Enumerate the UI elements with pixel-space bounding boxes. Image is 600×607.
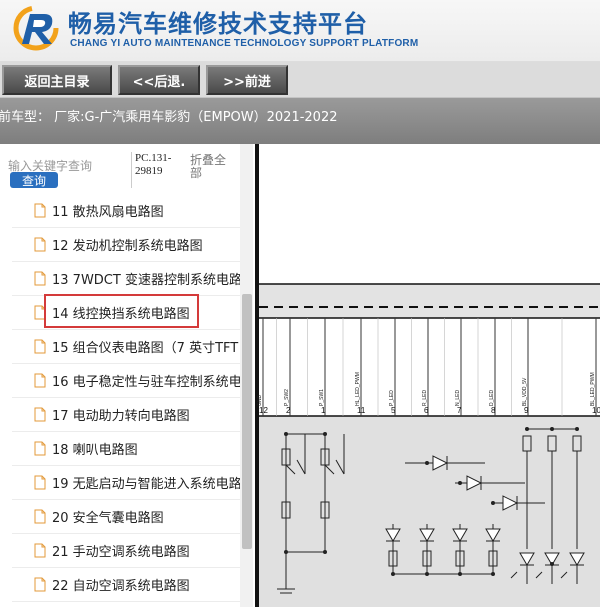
document-icon — [34, 577, 46, 592]
vehicle-bar: 前车型： 厂家:G-广汽乘用车影豹（EMPOW）2021-2022 — [0, 98, 600, 144]
document-icon — [34, 407, 46, 422]
list-item[interactable]: 15 组合仪表电路图（7 英寸TFT 屏） — [12, 330, 240, 364]
pin-number: 5 — [391, 406, 396, 415]
list-item-label: 12 发动机控制系统电路图 — [52, 239, 203, 254]
list-item[interactable]: 11 散热风扇电路图 — [12, 194, 240, 228]
list-item-label: 11 散热风扇电路图 — [52, 205, 164, 220]
list-item[interactable]: 18 喇叭电路图 — [12, 432, 240, 466]
pin-name: GND — [257, 395, 263, 407]
document-icon — [34, 475, 46, 490]
list-item-label: 19 无匙启动与智能进入系统电路图 — [52, 477, 240, 492]
pin-name: BL_VDD_5V — [522, 377, 528, 406]
app-header: 畅易汽车维修技术支持平台 CHANG YI AUTO MAINTENANCE T… — [0, 0, 600, 62]
pin-name: BL_LED_PWM — [590, 372, 596, 406]
pin-name: P_SW2 — [284, 389, 290, 406]
back-button[interactable]: <<后退. — [118, 65, 200, 95]
pin-number: 12 — [259, 406, 268, 415]
app-subtitle: CHANG YI AUTO MAINTENANCE TECHNOLOGY SUP… — [70, 38, 419, 49]
pin-name: N_LED — [455, 389, 461, 406]
left-panel: 查询 PC.131-29819 折叠全部 11 散热风扇电路图 12 发动机控制系… — [0, 144, 255, 607]
circuit-list: 11 散热风扇电路图 12 发动机控制系统电路图 13 7WDCT 变速器控制系统电… — [12, 194, 240, 607]
list-item[interactable]: 16 电子稳定性与驻车控制系统电路图 — [12, 364, 240, 398]
scrollbar-thumb[interactable] — [242, 294, 252, 549]
pin-number: 10 — [592, 406, 600, 415]
list-item-label: 16 电子稳定性与驻车控制系统电路图 — [52, 375, 240, 390]
logo-icon — [13, 5, 59, 51]
nav-bar: 返回主目录 <<后退. >>前进 — [0, 62, 600, 98]
list-item-label: 22 自动空调系统电路图 — [52, 579, 190, 594]
list-item[interactable]: 19 无匙启动与智能进入系统电路图 — [12, 466, 240, 500]
document-icon — [34, 543, 46, 558]
list-item-label: 18 喇叭电路图 — [52, 443, 138, 458]
pin-number: 9 — [524, 406, 529, 415]
pin-name: P_SW1 — [319, 389, 325, 406]
pin-group: GND12 P_SW22 P_SW11 HL_LED_PWM11 P_LED5 R_LED… — [257, 318, 600, 416]
module-box — [259, 416, 600, 607]
list-item[interactable]: 20 安全气囊电路图 — [12, 500, 240, 534]
document-icon — [34, 441, 46, 456]
list-item-label: 13 7WDCT 变速器控制系统电路图 — [52, 273, 240, 288]
document-icon — [34, 339, 46, 354]
doc-code: PC.131-29819 — [131, 152, 185, 188]
home-button[interactable]: 返回主目录 — [2, 65, 112, 95]
list-item[interactable]: 21 手动空调系统电路图 — [12, 534, 240, 568]
pin-name: R_LED — [422, 389, 428, 406]
pin-name: D_LED — [489, 389, 495, 406]
document-icon — [34, 509, 46, 524]
document-icon — [34, 203, 46, 218]
pin-name: HL_LED_PWM — [355, 372, 361, 406]
pin-number: 2 — [286, 406, 291, 415]
pin-number: 7 — [457, 406, 462, 415]
list-item-label: 15 组合仪表电路图（7 英寸TFT 屏） — [52, 341, 240, 356]
document-icon — [34, 271, 46, 286]
diagram-border — [255, 144, 259, 607]
pin-name: P_LED — [389, 390, 395, 406]
vehicle-label: 前车型： 厂家:G-广汽乘用车影豹（EMPOW）2021-2022 — [0, 110, 338, 125]
list-item[interactable]: 17 电动助力转向电路图 — [12, 398, 240, 432]
forward-button[interactable]: >>前进 — [206, 65, 288, 95]
list-item[interactable]: 22 自动空调系统电路图 — [12, 568, 240, 602]
pin-number: 11 — [357, 406, 366, 415]
list-item[interactable]: 12 发动机控制系统电路图 — [12, 228, 240, 262]
list-item-label: 21 手动空调系统电路图 — [52, 545, 190, 560]
circuit-diagram[interactable]: GND12 P_SW22 P_SW11 HL_LED_PWM11 P_LED5 R_LED… — [255, 144, 600, 607]
list-item-label: 17 电动助力转向电路图 — [52, 409, 190, 424]
document-icon — [34, 373, 46, 388]
pin-number: 1 — [321, 406, 326, 415]
app-title: 畅易汽车维修技术支持平台 — [68, 10, 368, 38]
selection-highlight — [44, 294, 199, 328]
connector-band — [259, 284, 600, 318]
document-icon — [34, 237, 46, 252]
pin-number: 8 — [491, 406, 496, 415]
list-item[interactable]: 13 7WDCT 变速器控制系统电路图 — [12, 262, 240, 296]
search-button[interactable]: 查询 — [10, 172, 58, 188]
list-item-label: 20 安全气囊电路图 — [52, 511, 164, 526]
collapse-all-link[interactable]: 折叠全部 — [190, 154, 232, 180]
pin-number: 6 — [424, 406, 429, 415]
